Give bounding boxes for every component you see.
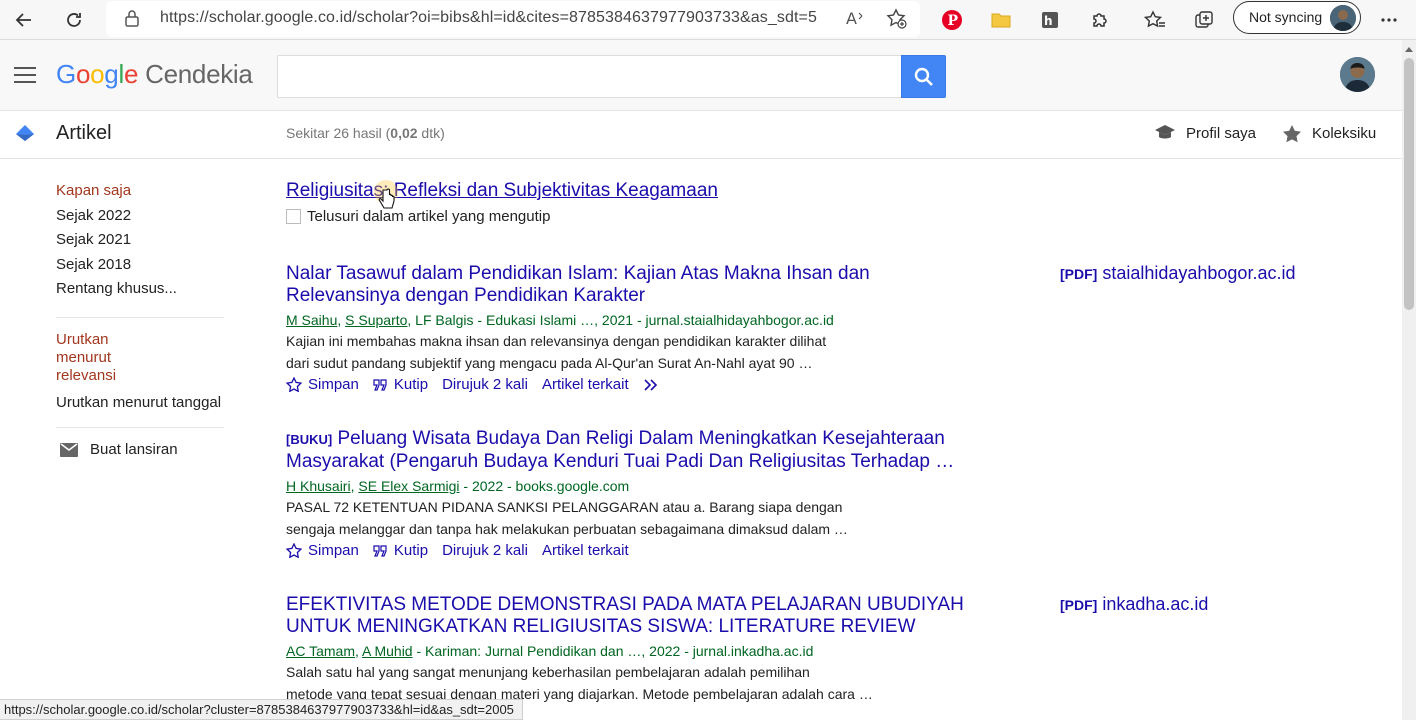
author-link[interactable]: S Suparto xyxy=(345,312,407,328)
quote-icon xyxy=(373,544,387,557)
save-button[interactable]: Simpan xyxy=(286,376,359,393)
cite-button[interactable]: Kutip xyxy=(373,376,428,393)
related-articles-link[interactable]: Artikel terkait xyxy=(542,542,629,559)
result-full-text-link[interactable]: [PDF] inkadha.ac.id xyxy=(1060,594,1208,615)
sort-by-date[interactable]: Urutkan menurut tanggal xyxy=(56,393,226,418)
svg-text:h: h xyxy=(1044,14,1053,28)
sidebar-divider xyxy=(56,427,224,428)
cited-article-title[interactable]: Religiusitas: Refleksi dan Subjektivitas… xyxy=(286,180,1386,202)
extension-tool-icon[interactable]: h xyxy=(1034,4,1066,36)
folder-icon[interactable] xyxy=(985,4,1017,36)
results-area: Religiusitas: Refleksi dan Subjektivitas… xyxy=(286,180,1386,702)
author-link[interactable]: AC Tamam xyxy=(286,643,355,659)
envelope-icon xyxy=(60,442,78,457)
results-subheader: Artikel Sekitar 26 hasil (0,02 dtk) Prof… xyxy=(0,111,1402,159)
search-icon xyxy=(914,67,933,86)
lock-icon xyxy=(124,9,140,32)
related-articles-link[interactable]: Artikel terkait xyxy=(542,376,629,393)
section-title: Artikel xyxy=(56,122,112,144)
search-button[interactable] xyxy=(901,55,946,98)
result-title-link[interactable]: EFEKTIVITAS METODE DEMONSTRASI PADA MATA… xyxy=(286,594,976,638)
svg-text:P: P xyxy=(948,13,959,29)
sync-status-button[interactable]: Not syncing xyxy=(1233,1,1361,34)
menu-icon[interactable] xyxy=(14,67,36,83)
url-text: https://scholar.google.co.id/scholar?oi=… xyxy=(160,9,817,26)
cited-by-link[interactable]: Dirujuk 2 kali xyxy=(442,542,528,559)
result-snippet: PASAL 72 KETENTUAN PIDANA SANKSI PELANGG… xyxy=(286,499,848,537)
cite-button[interactable]: Kutip xyxy=(373,542,428,559)
result-actions: Simpan Kutip Dirujuk 2 kali Artikel terk… xyxy=(286,542,1386,559)
author-link[interactable]: SE Elex Sarmigi xyxy=(358,478,459,494)
graduation-cap-icon xyxy=(1155,125,1175,139)
result-title-link[interactable]: Nalar Tasawuf dalam Pendidikan Islam: Ka… xyxy=(286,263,976,307)
collections-icon[interactable] xyxy=(1188,4,1220,36)
my-library-link[interactable]: Koleksiku xyxy=(1282,124,1376,143)
page-scrollbar[interactable] xyxy=(1402,40,1416,720)
search-within-citing[interactable]: Telusuri dalam artikel yang mengutip xyxy=(286,208,1386,225)
more-versions-icon[interactable] xyxy=(643,378,661,391)
result-full-text-link[interactable]: [PDF] staialhidayahbogor.ac.id xyxy=(1060,263,1295,284)
result-authors: M Saihu, S Suparto, LF Balgis - Edukasi … xyxy=(286,312,834,328)
star-outline-icon xyxy=(286,377,302,392)
refresh-icon[interactable] xyxy=(58,4,90,36)
result-actions: Simpan Kutip Dirujuk 2 kali Artikel terk… xyxy=(286,376,1386,393)
more-menu-icon[interactable] xyxy=(1373,4,1405,36)
cited-by-link[interactable]: Dirujuk 2 kali xyxy=(442,376,528,393)
pinterest-icon[interactable]: P xyxy=(936,4,968,36)
profile-avatar-small xyxy=(1330,5,1356,31)
favorite-add-icon[interactable] xyxy=(886,8,908,35)
author-link[interactable]: H Khusairi xyxy=(286,478,351,494)
address-bar[interactable]: https://scholar.google.co.id/scholar?oi=… xyxy=(106,1,920,37)
hand-pointer-icon xyxy=(378,188,395,209)
result-item: EFEKTIVITAS METODE DEMONSTRASI PADA MATA… xyxy=(286,594,1386,705)
read-aloud-icon[interactable]: A xyxy=(846,9,866,32)
browser-toolbar: https://scholar.google.co.id/scholar?oi=… xyxy=(0,0,1416,40)
sync-label: Not syncing xyxy=(1249,9,1323,25)
author-link[interactable]: A Muhid xyxy=(362,643,413,659)
quote-icon xyxy=(373,378,387,391)
result-item: [BUKU] Peluang Wisata Budaya Dan Religi … xyxy=(286,428,1386,559)
author-link[interactable]: M Saihu xyxy=(286,312,337,328)
scrollbar-thumb[interactable] xyxy=(1404,58,1414,310)
scholar-cap-icon xyxy=(14,123,36,145)
my-profile-link[interactable]: Profil saya xyxy=(1154,124,1256,142)
search-input[interactable] xyxy=(277,55,903,98)
result-count: Sekitar 26 hasil (0,02 dtk) xyxy=(286,125,445,141)
filter-since-2022[interactable]: Sejak 2022 xyxy=(56,206,226,231)
extensions-puzzle-icon[interactable] xyxy=(1084,4,1116,36)
filter-custom-range[interactable]: Rentang khusus... xyxy=(56,279,226,304)
search-within-checkbox[interactable] xyxy=(286,209,301,224)
link-status-bar: https://scholar.google.co.id/scholar?clu… xyxy=(0,699,523,720)
account-avatar[interactable] xyxy=(1340,57,1375,92)
create-alert-button[interactable]: Buat lansiran xyxy=(60,441,226,458)
svg-text:A: A xyxy=(846,9,857,27)
sort-by-relevance[interactable]: Urutkan menurut relevansi xyxy=(56,331,226,385)
result-title-link[interactable]: [BUKU] Peluang Wisata Budaya Dan Religi … xyxy=(286,428,986,473)
result-item: Nalar Tasawuf dalam Pendidikan Islam: Ka… xyxy=(286,263,1386,393)
sidebar-divider xyxy=(56,316,224,318)
google-scholar-logo[interactable]: Google Cendekia xyxy=(56,59,253,90)
filter-since-2021[interactable]: Sejak 2021 xyxy=(56,230,226,255)
save-button[interactable]: Simpan xyxy=(286,542,359,559)
result-authors: AC Tamam, A Muhid - Kariman: Jurnal Pend… xyxy=(286,643,814,659)
result-snippet: Kajian ini membahas makna ihsan dan rele… xyxy=(286,333,827,371)
result-authors: H Khusairi, SE Elex Sarmigi - 2022 - boo… xyxy=(286,478,630,494)
scholar-header: Google Cendekia xyxy=(0,40,1402,111)
back-arrow-icon[interactable] xyxy=(8,4,40,36)
favorites-icon[interactable] xyxy=(1139,4,1171,36)
star-icon xyxy=(1283,125,1301,143)
star-outline-icon xyxy=(286,543,302,558)
filter-since-2018[interactable]: Sejak 2018 xyxy=(56,255,226,280)
filter-sidebar: Kapan saja Sejak 2022 Sejak 2021 Sejak 2… xyxy=(56,181,226,458)
filter-any-time[interactable]: Kapan saja xyxy=(56,181,226,206)
scroll-up-icon[interactable] xyxy=(1405,46,1413,52)
